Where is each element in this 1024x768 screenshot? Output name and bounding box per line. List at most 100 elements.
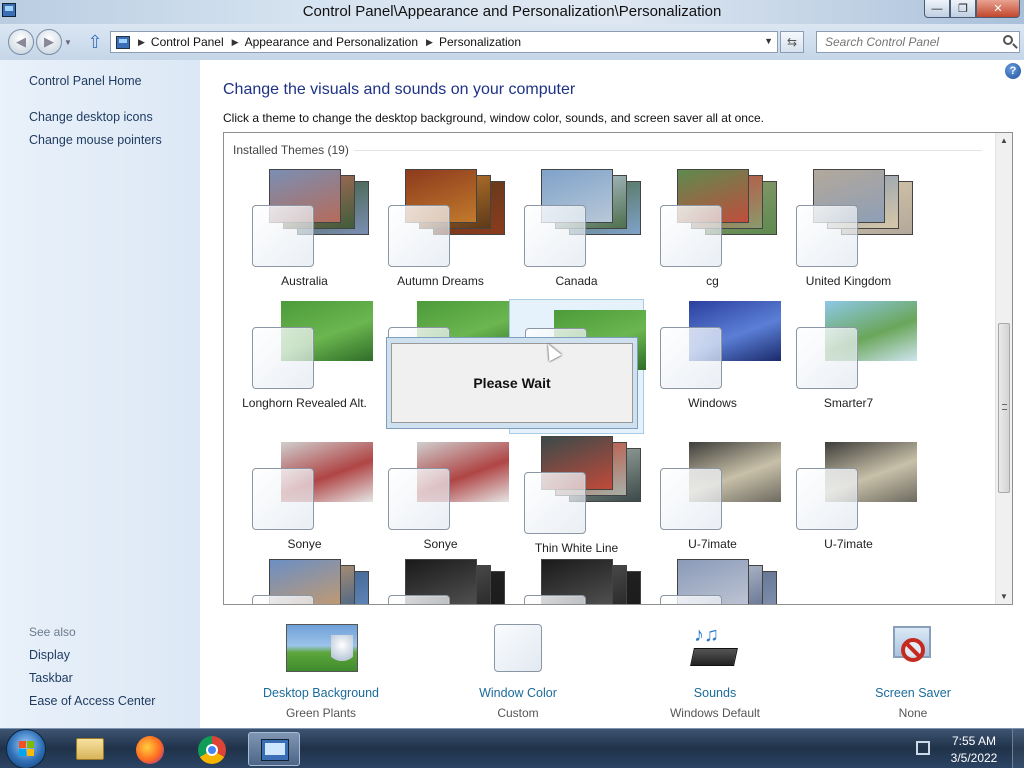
theme-name: Smarter7 xyxy=(823,396,874,410)
change-mouse-pointers-link[interactable]: Change mouse pointers xyxy=(29,133,162,147)
theme-window-color-tile xyxy=(796,468,858,530)
title-bar[interactable]: Control Panel\Appearance and Personaliza… xyxy=(0,0,1024,24)
theme-window-color-tile xyxy=(524,595,586,604)
breadcrumb-appearance[interactable]: Appearance and Personalization xyxy=(245,35,418,49)
please-wait-dialog: Please Wait xyxy=(386,337,638,429)
taskbar: 7:55 AM 3/5/2022 xyxy=(0,728,1024,768)
theme-window-color-tile xyxy=(660,468,722,530)
theme-name: Longhorn Revealed Alt. xyxy=(242,396,367,410)
back-arrow-icon: ◀ xyxy=(16,34,26,49)
window-title: Control Panel\Appearance and Personaliza… xyxy=(302,3,722,20)
refresh-icon: ⇆ xyxy=(786,35,798,49)
theme-window-color-tile xyxy=(660,327,722,389)
page-title: Change the visuals and sounds on your co… xyxy=(223,81,576,98)
start-button[interactable] xyxy=(6,729,46,768)
theme-item[interactable]: cg xyxy=(645,169,780,308)
theme-name: Canada xyxy=(555,274,598,288)
scroll-thumb[interactable] xyxy=(998,323,1010,493)
vertical-scrollbar[interactable]: ▲ ▼ xyxy=(995,133,1012,604)
theme-item[interactable]: United Kingdom xyxy=(781,169,916,308)
show-desktop-button[interactable] xyxy=(1012,729,1024,768)
forward-button[interactable]: ▶ xyxy=(36,29,62,55)
address-bar[interactable]: ▶ Control Panel ▶ Appearance and Persona… xyxy=(110,31,778,53)
installed-themes-heading: Installed Themes (19) xyxy=(233,143,349,157)
network-tray-icon[interactable] xyxy=(916,741,930,755)
breadcrumb-chevron-icon[interactable]: ▶ xyxy=(426,37,433,48)
taskbar-control-panel-button[interactable] xyxy=(248,732,300,766)
theme-item[interactable]: Sonye xyxy=(373,440,509,575)
control-panel-home-link[interactable]: Control Panel Home xyxy=(29,74,142,88)
window-color-icon xyxy=(494,624,542,672)
ease-of-access-link[interactable]: Ease of Access Center xyxy=(29,694,155,708)
up-arrow-icon[interactable]: ⇧ xyxy=(86,32,104,52)
theme-item[interactable] xyxy=(509,559,644,604)
theme-item[interactable] xyxy=(373,559,508,604)
desktop-background-icon xyxy=(286,624,358,672)
theme-item[interactable]: Longhorn Revealed Alt. xyxy=(237,299,373,434)
theme-window-color-tile xyxy=(796,205,858,267)
change-desktop-icons-link[interactable]: Change desktop icons xyxy=(29,110,153,124)
desktop-background-value: Green Plants xyxy=(285,706,357,720)
desktop-background-label[interactable]: Desktop Background xyxy=(231,686,411,700)
taskbar-link[interactable]: Taskbar xyxy=(29,671,73,685)
theme-window-color-tile xyxy=(252,595,314,604)
control-panel-icon xyxy=(261,739,289,761)
clock-time[interactable]: 7:55 AM xyxy=(944,734,1004,748)
breadcrumb-personalization[interactable]: Personalization xyxy=(439,35,521,49)
search-icon[interactable] xyxy=(1003,35,1013,45)
screen-saver-label[interactable]: Screen Saver xyxy=(823,686,1003,700)
theme-name: cg xyxy=(706,274,719,288)
sounds-label[interactable]: Sounds xyxy=(625,686,805,700)
theme-name: Australia xyxy=(281,274,328,288)
theme-item[interactable]: U-7imate xyxy=(645,440,781,575)
chrome-icon xyxy=(198,736,226,764)
theme-name: Sonye xyxy=(287,537,322,551)
theme-item[interactable]: Canada xyxy=(509,169,644,308)
refresh-button[interactable]: ⇆ xyxy=(780,31,804,53)
maximize-button[interactable]: ❐ xyxy=(950,0,976,18)
recent-pages-chevron-down-icon[interactable]: ▼ xyxy=(64,38,72,47)
theme-item[interactable]: Smarter7 xyxy=(781,299,917,434)
clock-date[interactable]: 3/5/2022 xyxy=(944,751,1004,765)
theme-item[interactable]: Australia xyxy=(237,169,372,308)
help-icon[interactable]: ? xyxy=(1005,63,1021,79)
theme-item[interactable] xyxy=(237,559,372,604)
breadcrumb-control-panel[interactable]: Control Panel xyxy=(151,35,224,49)
theme-item[interactable]: U-7imate xyxy=(781,440,917,575)
theme-item[interactable]: Autumn Dreams xyxy=(373,169,508,308)
taskbar-chrome-button[interactable] xyxy=(186,732,238,766)
theme-window-color-tile xyxy=(388,205,450,267)
scroll-down-arrow-icon[interactable]: ▼ xyxy=(1000,592,1008,601)
firefox-icon xyxy=(136,736,164,764)
minimize-button[interactable]: — xyxy=(924,0,950,18)
taskbar-firefox-button[interactable] xyxy=(124,732,176,766)
left-task-pane: Control Panel Home Change desktop icons … xyxy=(0,60,200,728)
theme-item[interactable]: Sonye xyxy=(237,440,373,575)
theme-name: U-7imate xyxy=(688,537,737,551)
address-dropdown-chevron-down-icon[interactable]: ▼ xyxy=(764,36,773,46)
close-button[interactable]: ✕ xyxy=(976,0,1020,18)
breadcrumb-chevron-icon[interactable]: ▶ xyxy=(138,37,145,48)
scroll-up-arrow-icon[interactable]: ▲ xyxy=(1000,136,1008,145)
please-wait-message: Please Wait xyxy=(391,343,633,423)
taskbar-explorer-button[interactable] xyxy=(64,732,116,766)
theme-item[interactable]: Thin White Line xyxy=(509,436,644,575)
theme-window-color-tile xyxy=(388,595,450,604)
sounds-value: Windows Default xyxy=(669,706,761,720)
back-button[interactable]: ◀ xyxy=(8,29,34,55)
theme-item[interactable]: Windows xyxy=(645,299,781,434)
control-panel-icon xyxy=(116,35,130,49)
theme-name: United Kingdom xyxy=(805,274,892,288)
breadcrumb-chevron-icon[interactable]: ▶ xyxy=(232,37,239,48)
window-color-label[interactable]: Window Color xyxy=(428,686,608,700)
screen-saver-value: None xyxy=(898,706,928,720)
search-box[interactable] xyxy=(816,31,1020,53)
theme-window-color-tile xyxy=(252,205,314,267)
windows-logo-icon xyxy=(19,741,35,757)
theme-item[interactable] xyxy=(645,559,780,604)
display-link[interactable]: Display xyxy=(29,648,70,662)
control-panel-window: Control Panel\Appearance and Personaliza… xyxy=(0,0,1024,728)
page-description: Click a theme to change the desktop back… xyxy=(223,111,764,125)
search-input[interactable] xyxy=(825,32,995,52)
window-color-value: Custom xyxy=(497,706,539,720)
